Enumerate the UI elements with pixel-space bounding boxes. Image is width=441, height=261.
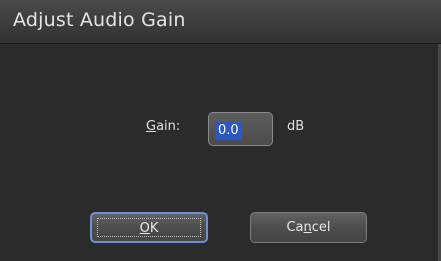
gain-label-text: ain: — [156, 119, 181, 134]
cancel-button[interactable]: Cancel — [250, 212, 367, 243]
gain-label-mnemonic: G — [146, 119, 157, 134]
gain-input-value: 0.0 — [215, 122, 242, 140]
gain-unit-label: dB — [287, 119, 305, 134]
cancel-button-label-start: Ca — [286, 220, 304, 235]
dialog-body — [0, 44, 441, 261]
adjust-audio-gain-dialog: Adjust Audio Gain Gain: 0.0 dB OK Cancel — [0, 0, 441, 261]
dialog-title: Adjust Audio Gain — [13, 9, 186, 31]
cancel-button-label-end: cel — [311, 220, 331, 235]
gain-label: Gain: — [146, 119, 180, 134]
title-bar[interactable]: Adjust Audio Gain — [0, 0, 441, 44]
cancel-button-mnemonic: n — [303, 220, 312, 235]
ok-button-focus-rect — [97, 218, 201, 237]
ok-button[interactable]: OK — [90, 212, 208, 243]
gain-input[interactable]: 0.0 — [208, 112, 273, 146]
